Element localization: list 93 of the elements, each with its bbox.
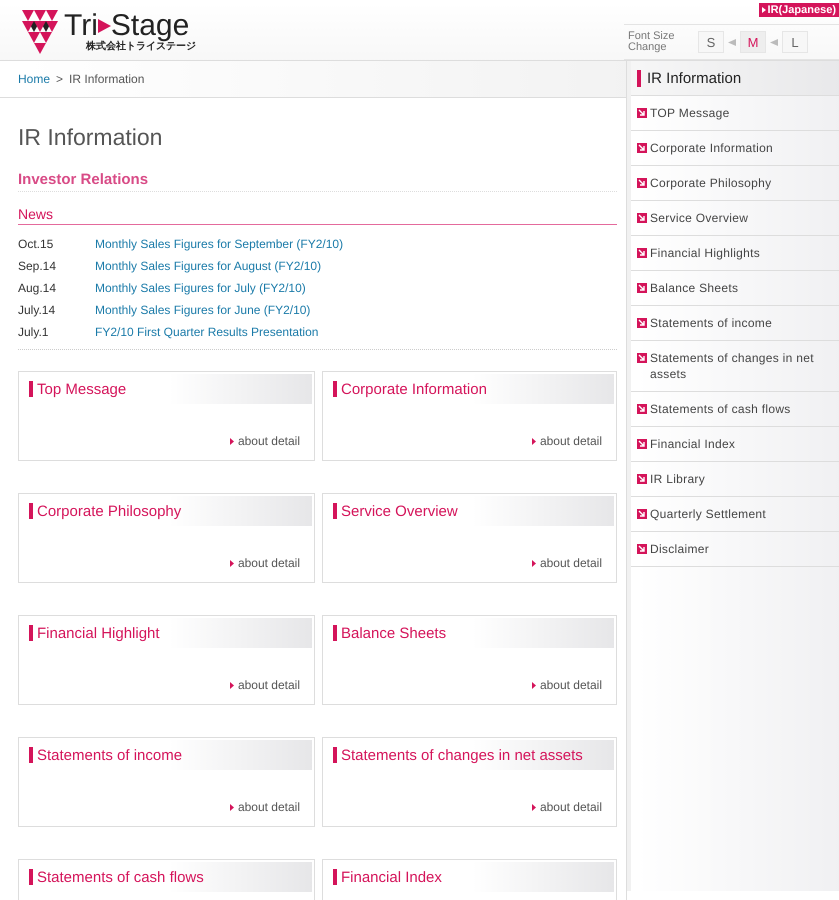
triangle-icon [230, 682, 234, 688]
arrow-icon [637, 404, 647, 414]
accent-bar [333, 503, 337, 519]
card-title: Service Overview [341, 502, 458, 520]
accent-bar [333, 381, 337, 397]
news-link[interactable]: Monthly Sales Figures for June (FY2/10) [95, 303, 310, 317]
arrow-icon [637, 283, 647, 293]
accent-bar [333, 869, 337, 885]
arrow-icon [637, 439, 647, 449]
arrow-icon [637, 353, 647, 363]
font-size-button[interactable]: S [698, 31, 724, 53]
news-link[interactable]: FY2/10 First Quarter Results Presentation [95, 325, 318, 339]
news-date: Sep.14 [18, 259, 58, 273]
accent-bar [29, 625, 33, 641]
news-date: July.14 [18, 303, 56, 317]
news-date: July.1 [18, 325, 50, 339]
sidebar-title: IR Information [647, 70, 742, 86]
arrow-icon [637, 318, 647, 328]
accent-bar [333, 747, 337, 763]
language-link[interactable]: IR(Japanese) [758, 3, 839, 17]
detail-link[interactable]: about detail [532, 678, 602, 692]
triangle-icon [230, 438, 234, 444]
font-size-label: Font Size Change [628, 31, 676, 53]
sidebar-item[interactable]: Quarterly Settlement [631, 497, 839, 532]
accent-bar [333, 625, 337, 641]
news-link[interactable]: Monthly Sales Figures for September (FY2/10) [95, 237, 344, 251]
breadcrumb-link[interactable]: Home [18, 72, 50, 86]
sidebar-item[interactable]: Statements of cash flows [631, 392, 839, 427]
card-title: Statements of cash flows [37, 868, 204, 886]
detail-link[interactable]: about detail [230, 556, 300, 570]
card-title: Financial Index [341, 868, 442, 886]
accent-bar [29, 381, 33, 397]
triangle-icon [98, 19, 111, 33]
news-link[interactable]: Monthly Sales Figures for July (FY2/10) [95, 281, 306, 295]
brand-subtitle: 株式会社トライステージ [86, 42, 196, 52]
triangle-icon [728, 38, 736, 46]
card-title: Top Message [37, 380, 126, 398]
section-title: Investor Relations [18, 171, 617, 192]
sidebar-item[interactable]: Statements of changes in net assets [631, 341, 839, 392]
logo-icon [22, 10, 58, 54]
detail-link[interactable]: about detail [230, 678, 300, 692]
arrow-icon [637, 474, 647, 484]
card-title: Financial Highlight [37, 624, 160, 642]
detail-link[interactable]: about detail [532, 556, 602, 570]
triangle-icon [230, 560, 234, 566]
detail-link[interactable]: about detail [230, 800, 300, 814]
triangle-icon [770, 38, 778, 46]
news-heading: News [18, 206, 617, 225]
news-link[interactable]: Monthly Sales Figures for August (FY2/10) [95, 259, 322, 273]
triangle-icon [532, 560, 536, 566]
sidebar-item[interactable]: IR Library [631, 462, 839, 497]
font-size-button[interactable]: L [782, 31, 808, 53]
triangle-icon [762, 7, 766, 13]
breadcrumb-current: IR Information [69, 72, 144, 86]
news-date: Oct.15 [18, 237, 54, 251]
sidebar-item[interactable]: Corporate Philosophy [631, 166, 839, 201]
arrow-icon [637, 544, 647, 554]
arrow-icon [637, 248, 647, 258]
triangle-icon [230, 804, 234, 810]
breadcrumb-separator: > [56, 72, 64, 86]
sidebar-item[interactable]: Corporate Information [631, 131, 839, 166]
detail-link[interactable]: about detail [532, 434, 602, 448]
triangle-icon [532, 682, 536, 688]
triangle-icon [532, 804, 536, 810]
card-title: Statements of changes in net assets [341, 746, 583, 764]
font-size-button[interactable]: M [740, 31, 766, 53]
sidebar-item[interactable]: Service Overview [631, 201, 839, 236]
sidebar-item[interactable]: TOP Message [631, 96, 839, 131]
arrow-icon [637, 509, 647, 519]
accent-bar [29, 869, 33, 885]
arrow-icon [637, 178, 647, 188]
card-title: Corporate Information [341, 380, 487, 398]
page-title: IR Information [18, 124, 164, 151]
brand-name: Stage [110, 10, 190, 42]
detail-link[interactable]: about detail [532, 800, 602, 814]
accent-bar [29, 503, 33, 519]
card-title: Balance Sheets [341, 624, 446, 642]
card-title: Statements of income [37, 746, 182, 764]
sidebar-item[interactable]: Financial Index [631, 427, 839, 462]
brand-name: Tri [64, 10, 98, 42]
detail-link[interactable]: about detail [230, 434, 300, 448]
card-title: Corporate Philosophy [37, 502, 182, 520]
arrow-icon [637, 108, 647, 118]
accent-bar [637, 70, 641, 86]
arrow-icon [637, 213, 647, 223]
arrow-icon [637, 143, 647, 153]
sidebar-item[interactable]: Statements of income [631, 306, 839, 341]
sidebar-item[interactable]: Disclaimer [631, 532, 839, 567]
triangle-icon [532, 438, 536, 444]
sidebar-item[interactable]: Balance Sheets [631, 271, 839, 306]
sidebar-item[interactable]: Financial Highlights [631, 236, 839, 271]
accent-bar [29, 747, 33, 763]
news-date: Aug.14 [18, 281, 58, 295]
